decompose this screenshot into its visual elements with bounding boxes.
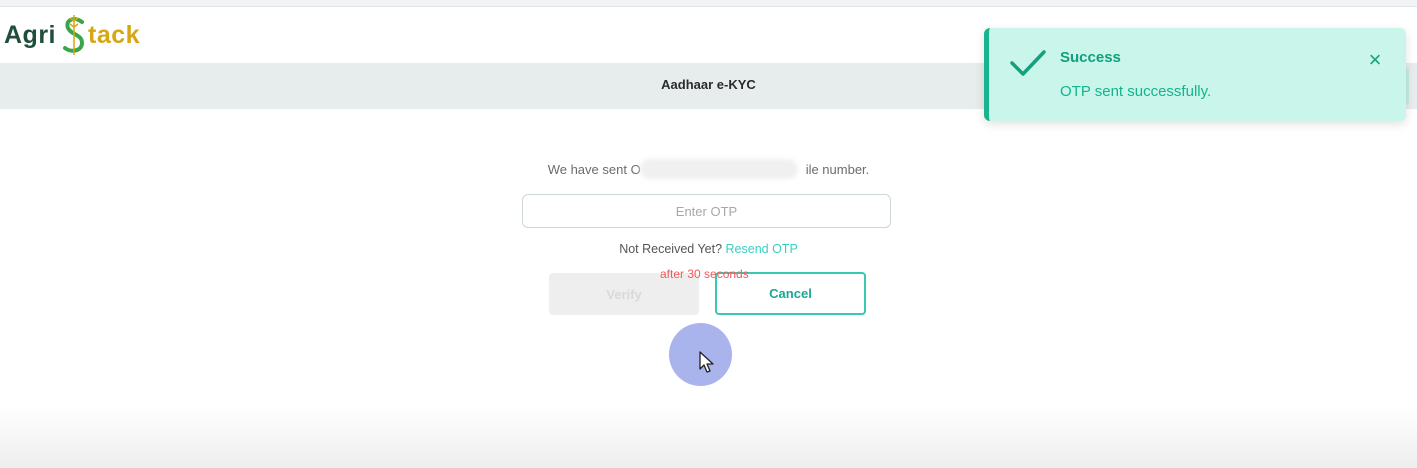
otp-sent-suffix: ile number. [805,162,870,177]
success-toast: Success OTP sent successfully. × [984,28,1406,121]
browser-top-bar [0,0,1417,7]
logo-text-tack: tack [88,20,141,49]
logo-text-agri: Agri [4,20,56,49]
close-icon[interactable]: × [1365,49,1385,71]
otp-input[interactable] [522,194,891,228]
mouse-pointer-icon [699,351,714,373]
redacted-number-blur [640,159,798,179]
not-received-label: Not Received Yet? [619,242,723,256]
resend-timer: after 30 seconds [660,267,749,281]
page-bottom-shade [0,405,1417,468]
agristack-logo[interactable]: Agri tack [4,12,140,58]
resend-prompt: Not Received Yet? Resend OTP [0,242,1417,256]
resend-otp-link[interactable]: Resend OTP [726,242,798,256]
toast-message: OTP sent successfully. [1060,83,1212,100]
stylized-s-wheat-icon [63,15,85,55]
otp-sent-prefix: We have sent O [547,162,641,177]
check-icon [1010,50,1046,76]
toast-title: Success [1060,49,1121,66]
